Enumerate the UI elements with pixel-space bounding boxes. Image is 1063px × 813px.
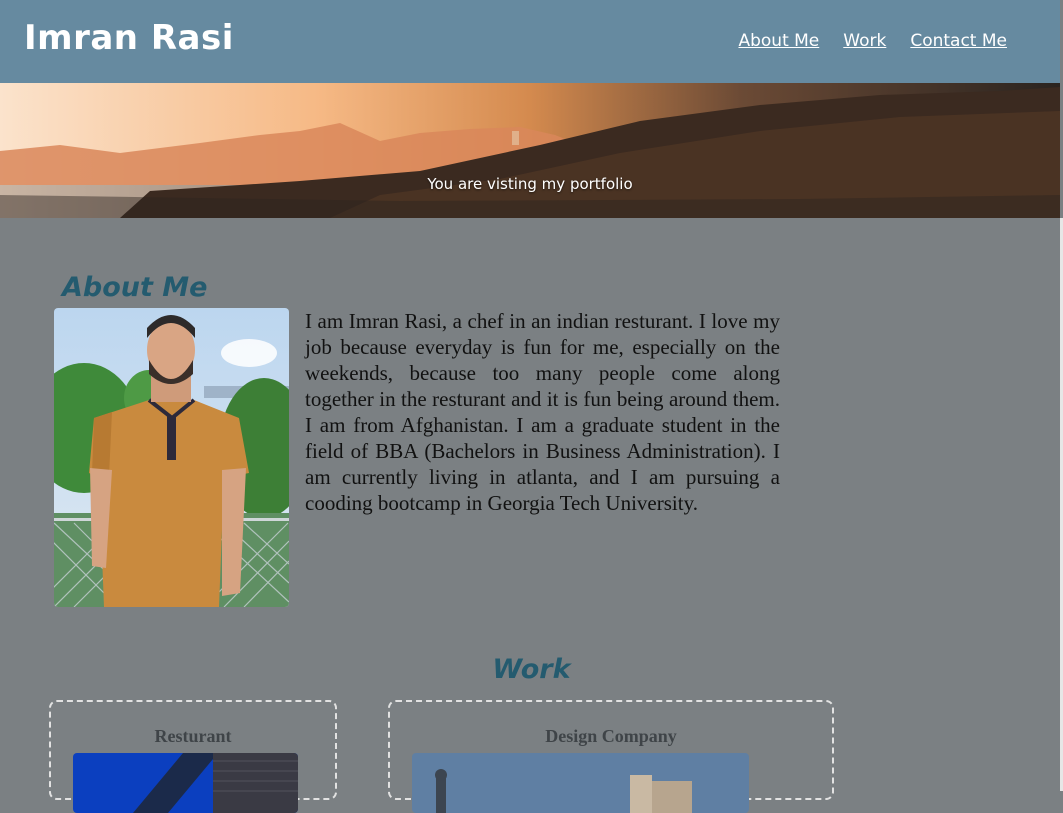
about-description: I am Imran Rasi, a chef in an indian res… [305,309,780,515]
main-nav: About Me Work Contact Me [738,31,1007,51]
site-title: Imran Rasi [24,18,234,58]
site-header: Imran Rasi About Me Work Contact Me [0,0,1060,84]
work-card-title: Design Company [545,726,677,746]
profile-photo [54,308,289,607]
hero-landscape-image [0,83,1060,218]
design-company-image [412,753,749,813]
about-heading: About Me [62,272,208,303]
resturant-image [73,753,298,813]
nav-link-about-me[interactable]: About Me [738,31,819,51]
nav-link-work[interactable]: Work [843,31,886,51]
work-heading: Work [492,654,571,685]
work-card-design-company[interactable]: Design Company [388,700,834,813]
hero-banner: You are visting my portfolio [0,83,1060,218]
nav-link-contact-me[interactable]: Contact Me [910,31,1007,51]
work-card-resturant[interactable]: Resturant [49,700,337,813]
hero-tagline: You are visting my portfolio [427,175,633,193]
work-card-title: Resturant [154,726,232,746]
